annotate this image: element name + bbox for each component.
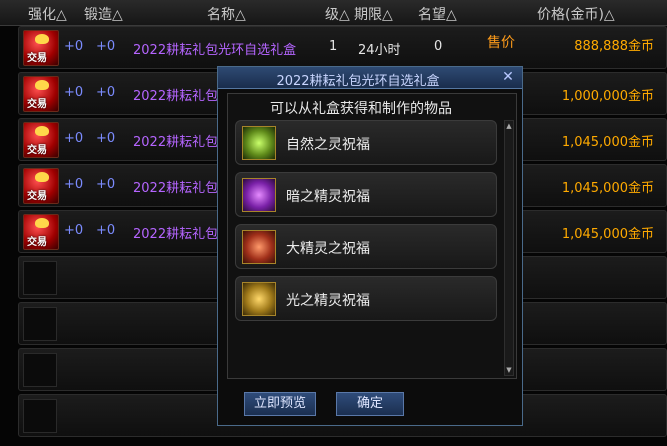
- header-price[interactable]: 价格(金币)△: [537, 4, 615, 24]
- table-row[interactable]: 交易 +0 +0 2022耕耘礼包光环自选礼盒 1 24小时 0 售价 888,…: [18, 26, 667, 69]
- enhance-value: +0: [64, 39, 84, 54]
- price-value: 888,888金币: [574, 39, 654, 54]
- dark-spirit-blessing-icon: [242, 178, 276, 212]
- header-enhance[interactable]: 强化△: [28, 4, 67, 24]
- trade-tag: 交易: [27, 145, 47, 156]
- reputation-value: 0: [434, 39, 443, 54]
- nature-spirit-blessing-icon: [242, 126, 276, 160]
- scroll-down-icon[interactable]: ▼: [505, 366, 513, 374]
- forge-value: +0: [96, 223, 116, 238]
- header-duration[interactable]: 期限△: [354, 4, 393, 24]
- enhance-value: +0: [64, 85, 84, 100]
- level-value: 1: [329, 39, 338, 54]
- close-icon[interactable]: ✕: [500, 69, 516, 85]
- sell-status: 售价: [487, 35, 515, 51]
- bow-icon: [35, 34, 49, 44]
- item-name[interactable]: 2022耕耘礼包: [133, 177, 218, 196]
- empty-slot: [23, 399, 57, 433]
- option-label: 自然之灵祝福: [286, 137, 370, 153]
- item-name[interactable]: 2022耕耘礼包: [133, 131, 218, 150]
- gift-box-icon: 交易: [23, 168, 59, 204]
- gift-box-icon: 交易: [23, 30, 59, 66]
- option-item[interactable]: 光之精灵祝福: [235, 276, 497, 321]
- price-value: 1,045,000金币: [561, 181, 654, 196]
- bow-icon: [35, 172, 49, 182]
- header-name[interactable]: 名称△: [207, 4, 246, 24]
- scrollbar[interactable]: ▲ ▼: [504, 120, 514, 376]
- enhance-value: +0: [64, 223, 84, 238]
- option-item[interactable]: 暗之精灵祝福: [235, 172, 497, 217]
- header-forge[interactable]: 锻造△: [84, 4, 123, 24]
- trade-tag: 交易: [27, 191, 47, 202]
- forge-value: +0: [96, 39, 116, 54]
- scroll-up-icon[interactable]: ▲: [505, 122, 513, 130]
- price-value: 1,000,000金币: [561, 89, 654, 104]
- price-value: 1,045,000金币: [561, 227, 654, 242]
- preview-button[interactable]: 立即预览: [244, 392, 316, 416]
- item-name[interactable]: 2022耕耘礼包: [133, 85, 218, 104]
- option-label: 大精灵之祝福: [286, 241, 370, 257]
- empty-slot: [23, 261, 57, 295]
- light-spirit-blessing-icon: [242, 282, 276, 316]
- forge-value: +0: [96, 177, 116, 192]
- dialog-subtitle: 可以从礼盒获得和制作的物品: [270, 101, 452, 117]
- gift-box-icon: 交易: [23, 214, 59, 250]
- trade-tag: 交易: [27, 53, 47, 64]
- header-reputation[interactable]: 名望△: [418, 4, 457, 24]
- gift-box-dialog: 2022耕耘礼包光环自选礼盒 ✕ 可以从礼盒获得和制作的物品 自然之灵祝福 暗之…: [217, 66, 523, 426]
- dialog-title: 2022耕耘礼包光环自选礼盒: [276, 74, 440, 89]
- forge-value: +0: [96, 85, 116, 100]
- bow-icon: [35, 218, 49, 228]
- option-label: 光之精灵祝福: [286, 293, 370, 309]
- dialog-item-list: 可以从礼盒获得和制作的物品 自然之灵祝福 暗之精灵祝福 大精灵之祝福 光之精灵祝…: [227, 93, 517, 379]
- option-item[interactable]: 大精灵之祝福: [235, 224, 497, 269]
- trade-tag: 交易: [27, 237, 47, 248]
- bow-icon: [35, 126, 49, 136]
- price-value: 1,045,000金币: [561, 135, 654, 150]
- empty-slot: [23, 307, 57, 341]
- item-name[interactable]: 2022耕耘礼包: [133, 223, 218, 242]
- enhance-value: +0: [64, 131, 84, 146]
- header-level[interactable]: 级△: [325, 4, 350, 24]
- table-header: 强化△ 锻造△ 名称△ 级△ 期限△ 名望△ 价格(金币)△: [0, 0, 667, 26]
- gift-box-icon: 交易: [23, 76, 59, 112]
- enhance-value: +0: [64, 177, 84, 192]
- item-name[interactable]: 2022耕耘礼包光环自选礼盒: [133, 39, 296, 58]
- dialog-title-bar[interactable]: 2022耕耘礼包光环自选礼盒 ✕: [218, 67, 522, 89]
- great-spirit-blessing-icon: [242, 230, 276, 264]
- gift-box-icon: 交易: [23, 122, 59, 158]
- empty-slot: [23, 353, 57, 387]
- trade-tag: 交易: [27, 99, 47, 110]
- option-item[interactable]: 自然之灵祝福: [235, 120, 497, 165]
- duration-value: 24小时: [358, 43, 401, 58]
- bow-icon: [35, 80, 49, 90]
- confirm-button[interactable]: 确定: [336, 392, 404, 416]
- option-label: 暗之精灵祝福: [286, 189, 370, 205]
- forge-value: +0: [96, 131, 116, 146]
